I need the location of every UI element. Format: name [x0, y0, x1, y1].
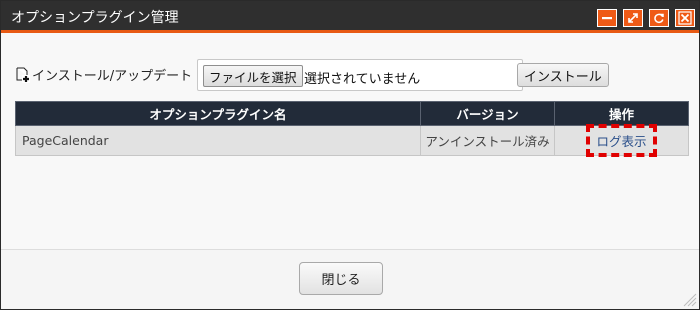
install-label: インストール/アップデート [15, 65, 192, 84]
column-header-version: バージョン [420, 101, 555, 126]
plugin-name-cell: PageCalendar [15, 125, 421, 156]
install-row: インストール/アップデート ファイルを選択 選択されていません インストール [15, 59, 687, 91]
resize-grip-icon[interactable] [679, 289, 697, 307]
file-status-text: 選択されていません [304, 72, 421, 87]
maximize-button[interactable] [623, 9, 643, 27]
close-icon [678, 11, 692, 25]
table-header-row: オプションプラグイン名 バージョン 操作 [15, 101, 689, 126]
plugin-table: オプションプラグイン名 バージョン 操作 PageCalendar アンインスト… [15, 101, 689, 157]
plugin-action-cell: ログ表示 [554, 124, 689, 157]
plugin-version-cell: アンインストール済み [420, 125, 555, 156]
file-input[interactable]: ファイルを選択 選択されていません [197, 59, 523, 91]
title-bar[interactable]: オプションプラグイン管理 [1, 1, 699, 33]
refresh-button[interactable] [649, 9, 669, 27]
plugin-manager-dialog: オプションプラグイン管理 インストール/アップデート ファイルを選択 選択されて… [0, 0, 700, 310]
show-log-link[interactable]: ログ表示 [586, 124, 657, 157]
refresh-icon [654, 13, 664, 24]
column-header-plugin-name: オプションプラグイン名 [15, 101, 421, 126]
dialog-title: オプションプラグイン管理 [11, 10, 179, 26]
install-label-text: インストール/アップデート [32, 69, 193, 84]
add-file-icon [16, 67, 30, 83]
table-row: PageCalendar アンインストール済み ログ表示 [15, 124, 689, 157]
dialog-footer: 閉じる [1, 249, 699, 309]
minimize-icon [602, 17, 612, 20]
dialog-close-button[interactable]: 閉じる [299, 262, 383, 295]
install-button[interactable]: インストール [517, 63, 609, 87]
minimize-button[interactable] [597, 9, 617, 27]
choose-file-button[interactable]: ファイルを選択 [203, 65, 303, 87]
column-header-action: 操作 [554, 101, 689, 126]
close-button[interactable] [675, 9, 695, 27]
maximize-icon [628, 13, 638, 23]
